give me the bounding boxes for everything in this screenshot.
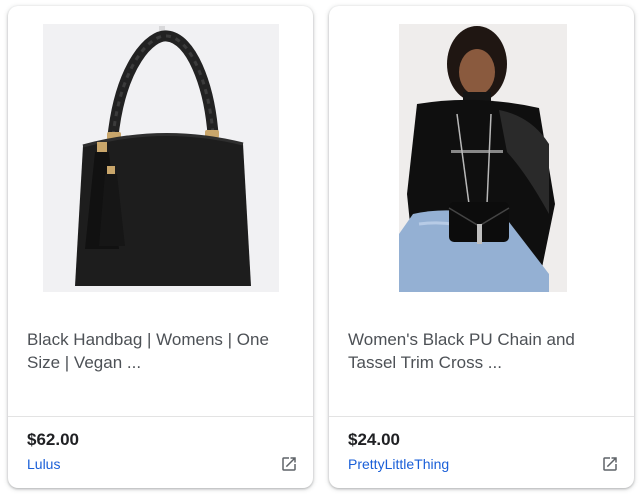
product-grid: Black Handbag | Womens | One Size | Vega… xyxy=(0,0,644,496)
open-in-new-icon[interactable] xyxy=(601,455,619,473)
product-image[interactable] xyxy=(43,24,279,292)
product-price: $62.00 xyxy=(27,430,79,449)
store-link[interactable]: Lulus xyxy=(27,456,60,472)
product-image[interactable] xyxy=(399,24,567,292)
product-card-handbag[interactable]: Black Handbag | Womens | One Size | Vega… xyxy=(8,6,313,488)
product-card-crossbody[interactable]: Women's Black PU Chain and Tassel Trim C… xyxy=(329,6,634,488)
store-link[interactable]: PrettyLittleThing xyxy=(348,456,449,472)
product-title[interactable]: Black Handbag | Womens | One Size | Vega… xyxy=(27,328,292,374)
divider xyxy=(8,416,313,417)
product-price: $24.00 xyxy=(348,430,400,449)
open-in-new-icon[interactable] xyxy=(280,455,298,473)
handbag-image xyxy=(43,24,279,292)
divider xyxy=(329,416,634,417)
model-with-bag-image xyxy=(399,24,567,292)
product-title[interactable]: Women's Black PU Chain and Tassel Trim C… xyxy=(348,328,613,374)
